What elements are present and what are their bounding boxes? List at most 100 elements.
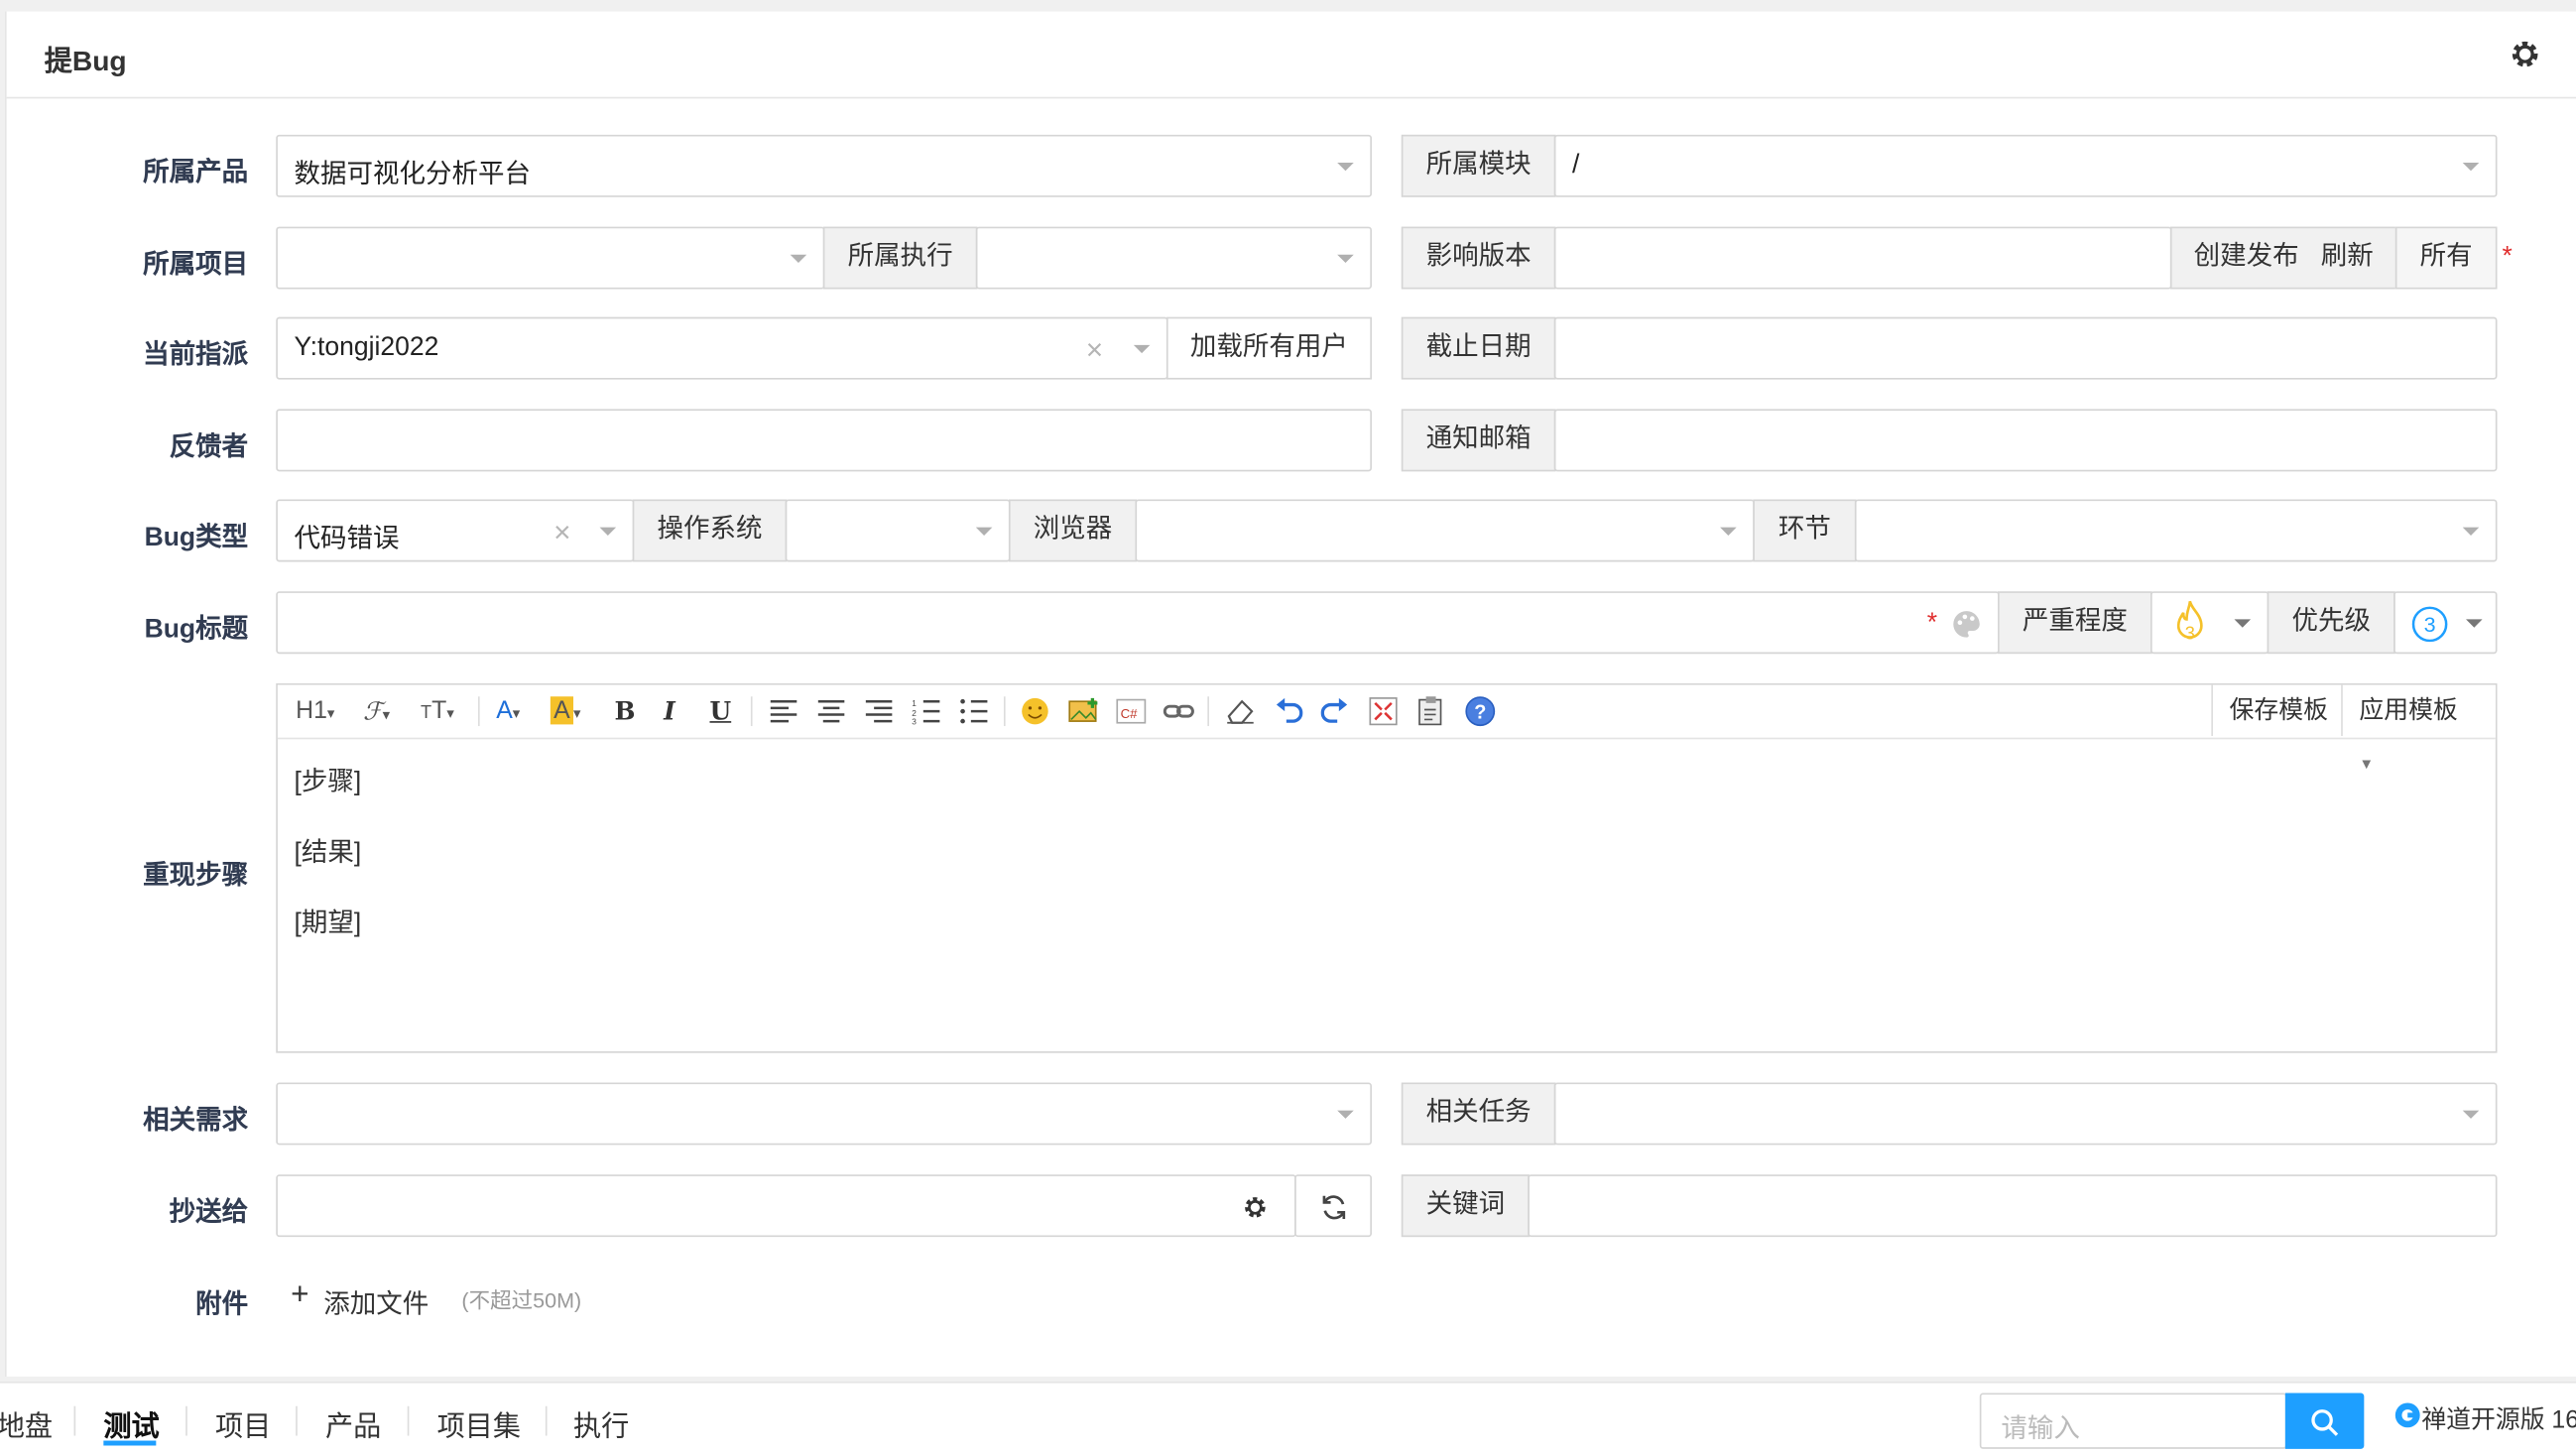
load-all-users-button[interactable]: 加载所有用户 <box>1165 316 1372 380</box>
stage-select[interactable] <box>1854 499 2498 562</box>
italic-icon[interactable]: I <box>664 695 675 728</box>
code-icon[interactable]: C# <box>1116 696 1149 726</box>
refresh-users-button[interactable] <box>1294 1174 1372 1238</box>
browser-select[interactable] <box>1135 499 1755 562</box>
refresh-link[interactable]: 刷新 <box>2321 243 2374 271</box>
fullscreen-icon[interactable] <box>1369 696 1399 726</box>
toolbar-divider <box>1207 696 1209 727</box>
help-icon[interactable]: ? <box>1464 695 1497 728</box>
module-addon: 所属模块 <box>1401 134 1556 197</box>
nav-divider <box>73 1405 76 1436</box>
version-select[interactable] <box>1553 226 2172 290</box>
steps-editor[interactable]: H1▾ ℱ▾ TT▾ A▾ A ▾ B I U 123 C# ? 保存模板 应用… <box>276 683 2498 1053</box>
priority-badge: 3 <box>2411 606 2448 643</box>
steps-line: [步骤] <box>294 769 362 797</box>
brand-label[interactable]: 禅道开源版 16 <box>2421 1401 2576 1436</box>
chevron-down-icon <box>790 254 807 263</box>
priority-select[interactable]: 3 <box>2393 591 2498 655</box>
align-right-icon[interactable] <box>864 698 894 725</box>
nav-item-my[interactable]: 地盘 <box>0 1402 53 1443</box>
paste-icon[interactable] <box>1416 695 1446 728</box>
link-icon[interactable] <box>1163 696 1196 726</box>
zentao-logo-icon <box>2394 1402 2420 1428</box>
search-button[interactable] <box>2284 1393 2365 1449</box>
product-select[interactable]: 数据可视化分析平台 <box>276 134 1372 197</box>
nav-divider <box>407 1405 410 1436</box>
execution-addon: 所属执行 <box>822 226 978 290</box>
toolbar-divider <box>750 696 753 727</box>
deadline-addon: 截止日期 <box>1401 316 1556 380</box>
save-template-button[interactable]: 保存模板 <box>2211 684 2344 736</box>
page-title: 提Bug <box>44 46 127 77</box>
severity-value: 3 <box>2185 623 2195 643</box>
nav-item-execution[interactable]: 执行 <box>573 1402 629 1443</box>
product-label: 所属产品 <box>143 159 249 187</box>
gear-icon[interactable] <box>1242 1194 1269 1221</box>
add-file-link[interactable]: 添加文件 <box>323 1281 429 1321</box>
all-versions-button[interactable]: 所有 <box>2394 226 2498 290</box>
cc-select[interactable] <box>276 1174 1296 1238</box>
bug-title-input[interactable]: * <box>276 591 2000 655</box>
apply-template-button[interactable]: 应用模板 ▼ <box>2341 684 2496 772</box>
bugtype-select[interactable]: 代码错误 × <box>276 499 635 562</box>
os-addon: 操作系统 <box>632 499 788 562</box>
active-tab-indicator <box>103 1440 157 1446</box>
create-release-link[interactable]: 创建发布 <box>2194 243 2299 271</box>
chevron-down-icon <box>2234 619 2252 628</box>
gear-icon[interactable] <box>2509 38 2541 70</box>
chevron-down-icon <box>1133 344 1151 354</box>
unordered-list-icon[interactable] <box>959 698 989 725</box>
font-size-icon[interactable]: TT▾ <box>421 695 454 728</box>
notify-email-input[interactable] <box>1553 409 2498 472</box>
nav-item-product[interactable]: 产品 <box>325 1402 381 1443</box>
align-left-icon[interactable] <box>769 698 798 725</box>
execution-select[interactable] <box>975 226 1372 290</box>
heading-icon[interactable]: H1▾ <box>296 695 334 728</box>
image-icon[interactable] <box>1068 696 1101 726</box>
project-select[interactable] <box>276 226 825 290</box>
clear-icon[interactable]: × <box>553 518 570 547</box>
keywords-input[interactable] <box>1528 1174 2498 1238</box>
severity-select[interactable]: 3 <box>2150 591 2269 655</box>
refresh-icon <box>1322 1195 1346 1220</box>
highlight-icon[interactable]: A ▾ <box>550 695 581 728</box>
chevron-down-icon <box>599 527 617 536</box>
clear-icon[interactable]: × <box>1086 335 1103 365</box>
underline-icon[interactable]: U <box>710 695 732 728</box>
deadline-input[interactable] <box>1553 316 2498 380</box>
undo-icon[interactable] <box>1274 696 1303 726</box>
project-label: 所属项目 <box>143 251 249 280</box>
story-select[interactable] <box>276 1082 1372 1146</box>
attach-label: 附件 <box>195 1290 249 1319</box>
nav-item-program[interactable]: 项目集 <box>437 1402 521 1443</box>
feedback-input[interactable] <box>276 409 1372 472</box>
bugtype-label: Bug类型 <box>144 524 249 552</box>
palette-icon[interactable] <box>1950 608 1983 641</box>
required-mark: * <box>1926 609 1938 638</box>
search-input[interactable]: 请输入 <box>1979 1393 2287 1449</box>
expect-line: [期望] <box>294 909 362 938</box>
nav-divider <box>296 1405 298 1436</box>
file-limit-hint: (不超过50M) <box>461 1287 582 1313</box>
assign-select[interactable]: Y:tongji2022 × <box>276 316 1168 380</box>
font-family-icon[interactable]: ℱ▾ <box>363 695 390 728</box>
panel-header: 提Bug <box>6 12 2576 99</box>
align-center-icon[interactable] <box>816 698 846 725</box>
bold-icon[interactable]: B <box>614 695 635 728</box>
module-select[interactable]: / <box>1553 134 2498 197</box>
nav-item-test[interactable]: 测试 <box>103 1402 159 1443</box>
redo-icon[interactable] <box>1320 696 1351 726</box>
svg-text:1: 1 <box>912 699 917 708</box>
nav-divider <box>545 1405 548 1436</box>
font-color-icon[interactable]: A▾ <box>496 695 520 728</box>
chevron-down-icon <box>1337 254 1354 263</box>
release-addon: 创建发布 刷新 <box>2169 226 2397 290</box>
nav-item-project[interactable]: 项目 <box>215 1402 271 1443</box>
chevron-down-icon <box>1720 527 1737 536</box>
eraser-icon[interactable] <box>1224 696 1257 726</box>
emoticon-icon[interactable] <box>1021 696 1050 726</box>
task-select[interactable] <box>1553 1082 2498 1146</box>
ordered-list-icon[interactable]: 123 <box>912 698 941 725</box>
os-select[interactable] <box>785 499 1011 562</box>
plus-icon[interactable]: + <box>291 1278 308 1314</box>
